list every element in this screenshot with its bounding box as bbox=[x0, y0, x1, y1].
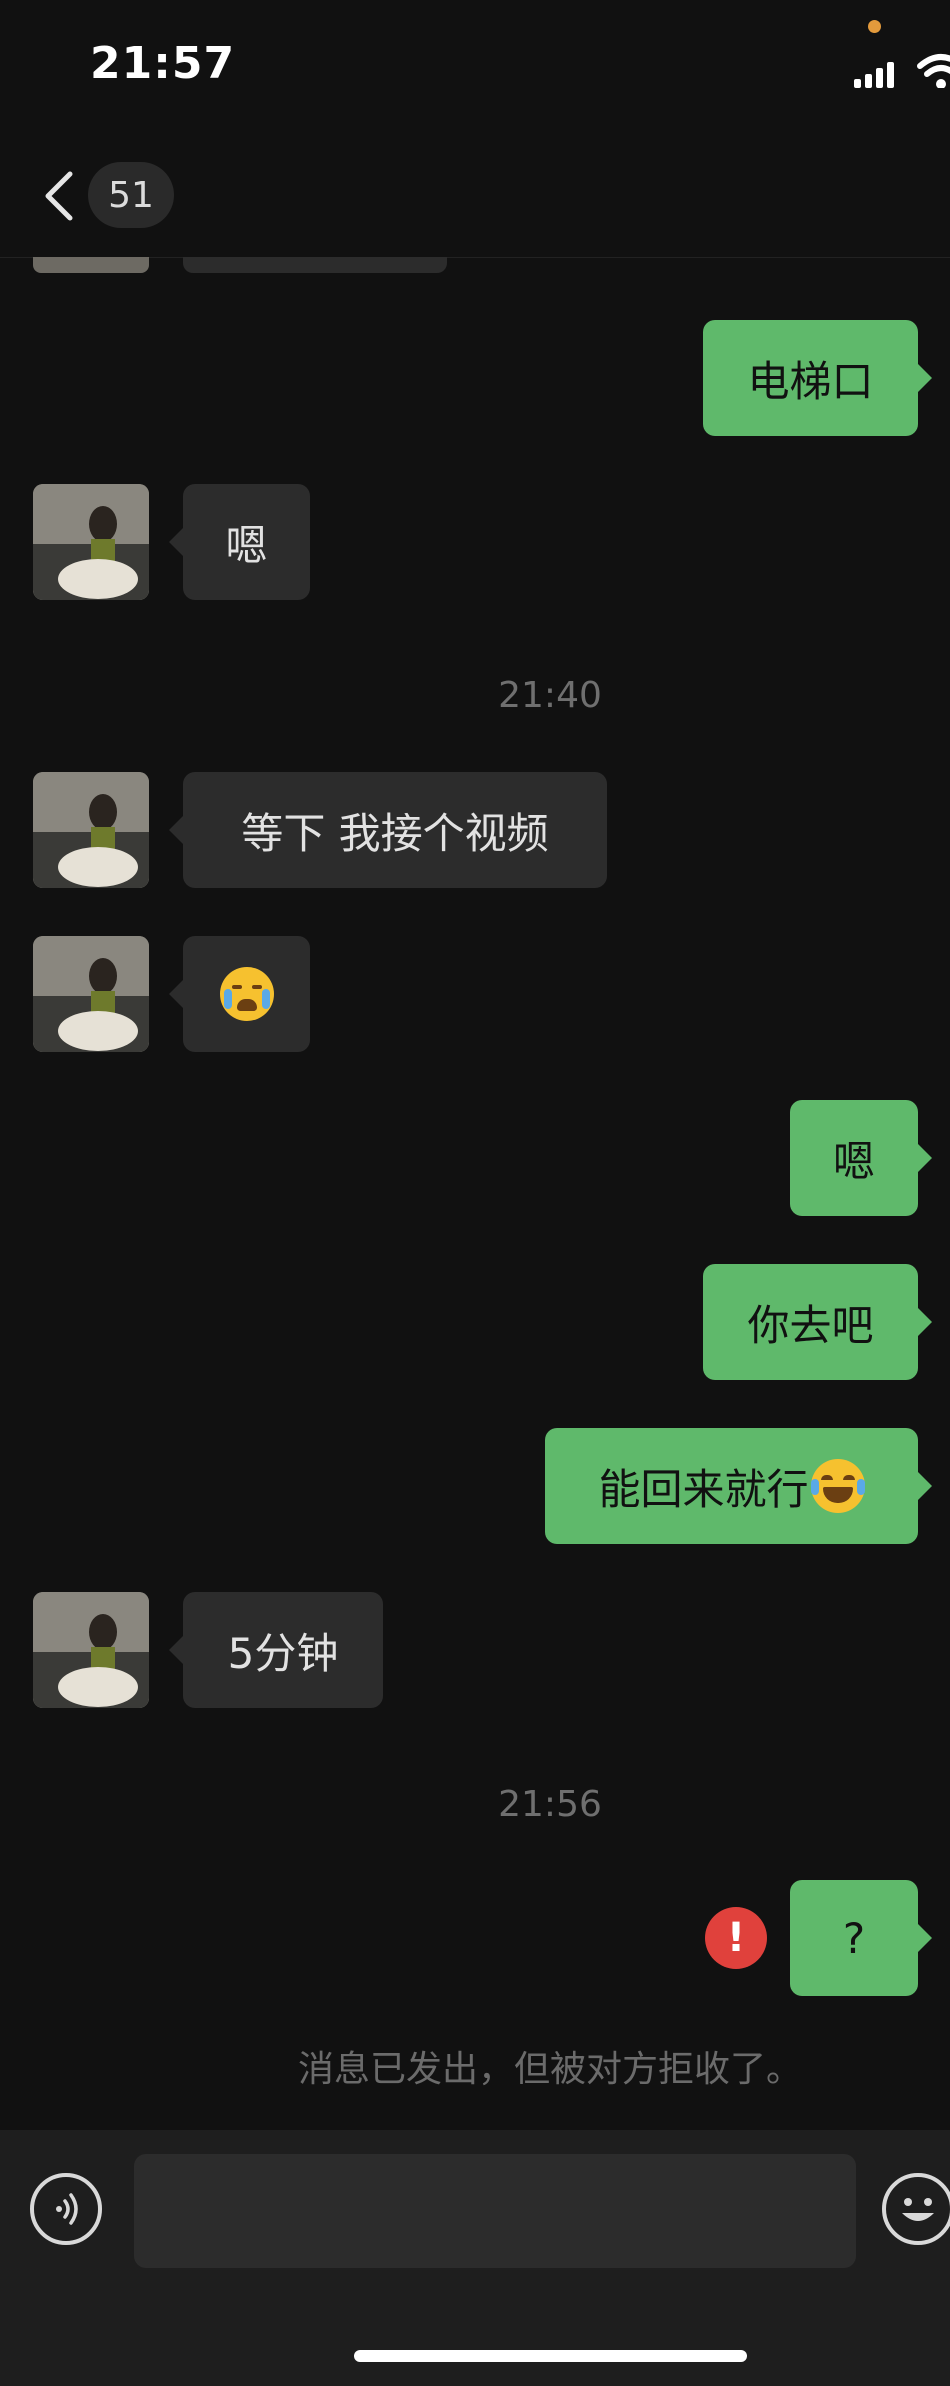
timestamp: 21:56 bbox=[498, 1784, 602, 1825]
message-text: 能回来就行 bbox=[598, 1464, 809, 1514]
emoji-button[interactable] bbox=[882, 2173, 950, 2245]
message-bubble-outgoing[interactable]: 能回来就行 bbox=[545, 1428, 932, 1544]
message-bubble-incoming[interactable] bbox=[183, 257, 447, 273]
avatar[interactable] bbox=[33, 772, 149, 888]
message-bubble-incoming[interactable]: 嗯 bbox=[169, 484, 310, 600]
crying-face-emoji bbox=[219, 967, 274, 1021]
back-button[interactable] bbox=[40, 170, 80, 222]
message-bubble-incoming[interactable]: 等下 我接个视频 bbox=[169, 772, 607, 888]
privacy-indicator-dot bbox=[868, 20, 881, 33]
avatar[interactable] bbox=[33, 257, 149, 273]
chevron-left-icon bbox=[45, 171, 73, 221]
home-indicator[interactable] bbox=[354, 2350, 747, 2362]
message-bubble-incoming[interactable] bbox=[169, 936, 310, 1052]
avatar[interactable] bbox=[33, 936, 149, 1052]
timestamp: 21:40 bbox=[498, 675, 602, 716]
avatar[interactable] bbox=[33, 1592, 149, 1708]
unread-count-badge[interactable]: 51 bbox=[88, 162, 174, 228]
voice-input-button[interactable] bbox=[30, 2173, 102, 2245]
message-bubble-outgoing[interactable]: ? bbox=[790, 1880, 932, 1996]
status-time: 21:57 bbox=[90, 38, 236, 89]
message-bubble-outgoing[interactable]: 电梯口 bbox=[703, 320, 932, 436]
laughing-tears-emoji bbox=[810, 1459, 865, 1513]
smiley-icon bbox=[902, 2198, 934, 2221]
voice-icon bbox=[56, 2193, 78, 2225]
message-input[interactable] bbox=[134, 2154, 856, 2268]
send-failed-icon[interactable]: ! bbox=[705, 1907, 767, 1969]
system-note: 消息已发出，但被对方拒收了。 bbox=[297, 2049, 802, 2090]
message-bubble-outgoing[interactable]: 嗯 bbox=[790, 1100, 932, 1216]
message-bubble-outgoing[interactable]: 你去吧 bbox=[703, 1264, 932, 1380]
avatar[interactable] bbox=[33, 484, 149, 600]
cellular-signal-icon bbox=[854, 62, 900, 88]
message-bubble-incoming[interactable]: 5分钟 bbox=[169, 1592, 383, 1708]
wifi-icon bbox=[916, 52, 950, 88]
